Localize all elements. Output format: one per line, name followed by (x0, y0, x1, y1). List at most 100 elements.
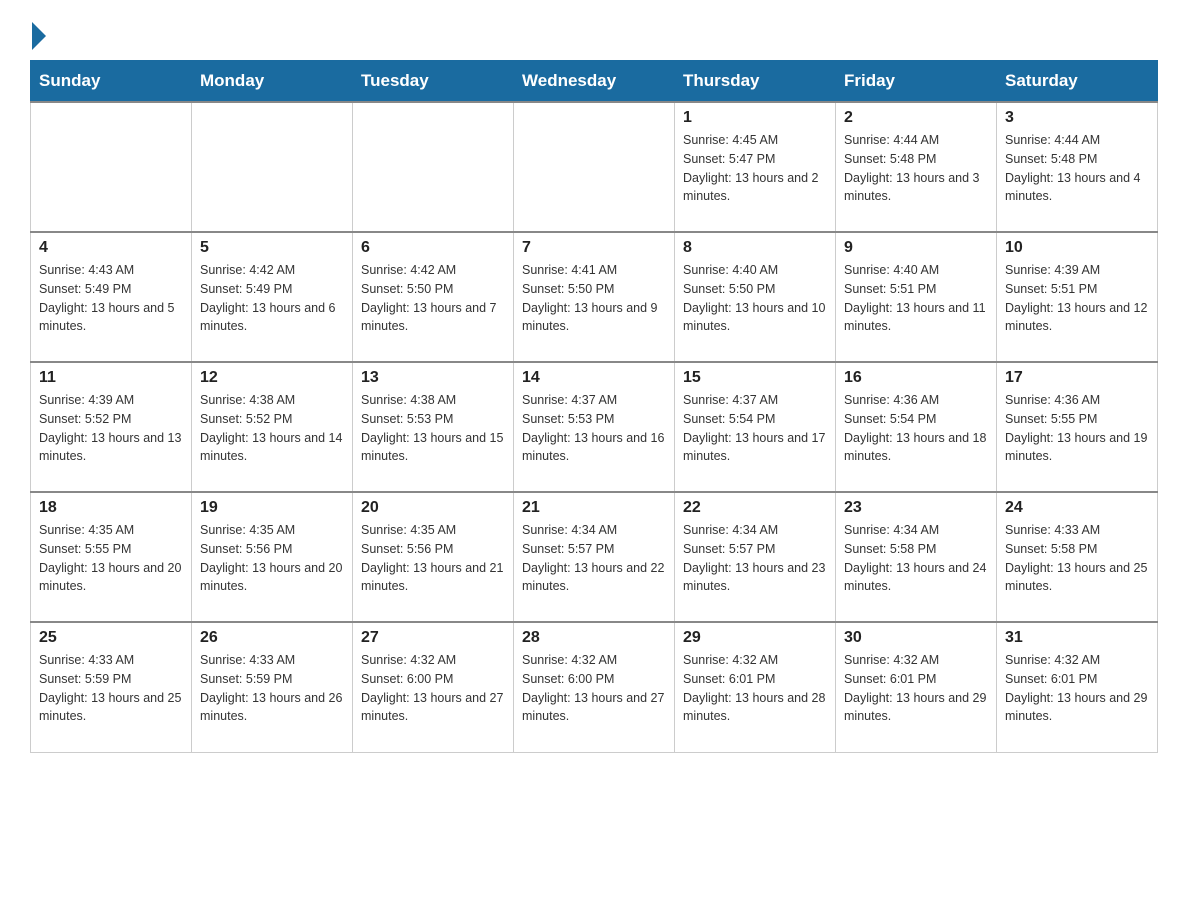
day-number: 19 (200, 499, 344, 517)
day-info: Sunrise: 4:33 AMSunset: 5:59 PMDaylight:… (39, 651, 183, 726)
calendar-cell: 11Sunrise: 4:39 AMSunset: 5:52 PMDayligh… (31, 362, 192, 492)
day-number: 23 (844, 499, 988, 517)
calendar-cell: 30Sunrise: 4:32 AMSunset: 6:01 PMDayligh… (836, 622, 997, 752)
day-info: Sunrise: 4:34 AMSunset: 5:57 PMDaylight:… (683, 521, 827, 596)
day-info: Sunrise: 4:37 AMSunset: 5:54 PMDaylight:… (683, 391, 827, 466)
calendar-cell: 1 Sunrise: 4:45 AMSunset: 5:47 PMDaylight… (675, 102, 836, 232)
calendar-cell: 29 Sunrise: 4:32 AMSunset: 6:01 PMDayligh… (675, 622, 836, 752)
day-info: Sunrise: 4:32 AMSunset: 6:00 PMDaylight:… (361, 651, 505, 726)
day-number: 28 (522, 629, 666, 647)
day-info: Sunrise: 4:37 AMSunset: 5:53 PMDaylight:… (522, 391, 666, 466)
calendar-cell: 20Sunrise: 4:35 AMSunset: 5:56 PMDayligh… (353, 492, 514, 622)
calendar-cell: 6 Sunrise: 4:42 AMSunset: 5:50 PMDaylight… (353, 232, 514, 362)
calendar-week-row: 11Sunrise: 4:39 AMSunset: 5:52 PMDayligh… (31, 362, 1158, 492)
weekday-header-row: SundayMondayTuesdayWednesdayThursdayFrid… (31, 61, 1158, 103)
day-info: Sunrise: 4:34 AMSunset: 5:58 PMDaylight:… (844, 521, 988, 596)
calendar-cell: 23 Sunrise: 4:34 AMSunset: 5:58 PMDayligh… (836, 492, 997, 622)
calendar-cell: 21 Sunrise: 4:34 AMSunset: 5:57 PMDayligh… (514, 492, 675, 622)
day-info: Sunrise: 4:40 AMSunset: 5:51 PMDaylight:… (844, 261, 988, 336)
calendar-week-row: 4 Sunrise: 4:43 AMSunset: 5:49 PMDaylight… (31, 232, 1158, 362)
calendar-cell: 5 Sunrise: 4:42 AMSunset: 5:49 PMDaylight… (192, 232, 353, 362)
calendar-cell: 17 Sunrise: 4:36 AMSunset: 5:55 PMDayligh… (997, 362, 1158, 492)
day-info: Sunrise: 4:32 AMSunset: 6:01 PMDaylight:… (1005, 651, 1149, 726)
calendar-cell: 31 Sunrise: 4:32 AMSunset: 6:01 PMDayligh… (997, 622, 1158, 752)
day-number: 8 (683, 239, 827, 257)
day-info: Sunrise: 4:32 AMSunset: 6:01 PMDaylight:… (683, 651, 827, 726)
day-number: 14 (522, 369, 666, 387)
calendar-cell: 12 Sunrise: 4:38 AMSunset: 5:52 PMDayligh… (192, 362, 353, 492)
day-info: Sunrise: 4:39 AMSunset: 5:52 PMDaylight:… (39, 391, 183, 466)
day-info: Sunrise: 4:42 AMSunset: 5:50 PMDaylight:… (361, 261, 505, 336)
day-info: Sunrise: 4:38 AMSunset: 5:53 PMDaylight:… (361, 391, 505, 466)
calendar-cell (192, 102, 353, 232)
day-number: 12 (200, 369, 344, 387)
calendar-cell: 2Sunrise: 4:44 AMSunset: 5:48 PMDaylight… (836, 102, 997, 232)
weekday-header-saturday: Saturday (997, 61, 1158, 103)
day-info: Sunrise: 4:35 AMSunset: 5:55 PMDaylight:… (39, 521, 183, 596)
day-info: Sunrise: 4:36 AMSunset: 5:55 PMDaylight:… (1005, 391, 1149, 466)
calendar-cell: 10Sunrise: 4:39 AMSunset: 5:51 PMDayligh… (997, 232, 1158, 362)
weekday-header-monday: Monday (192, 61, 353, 103)
day-info: Sunrise: 4:36 AMSunset: 5:54 PMDaylight:… (844, 391, 988, 466)
day-number: 6 (361, 239, 505, 257)
weekday-header-sunday: Sunday (31, 61, 192, 103)
day-info: Sunrise: 4:38 AMSunset: 5:52 PMDaylight:… (200, 391, 344, 466)
day-number: 13 (361, 369, 505, 387)
day-info: Sunrise: 4:34 AMSunset: 5:57 PMDaylight:… (522, 521, 666, 596)
day-number: 27 (361, 629, 505, 647)
day-info: Sunrise: 4:39 AMSunset: 5:51 PMDaylight:… (1005, 261, 1149, 336)
day-number: 4 (39, 239, 183, 257)
calendar-cell (353, 102, 514, 232)
day-info: Sunrise: 4:33 AMSunset: 5:59 PMDaylight:… (200, 651, 344, 726)
day-number: 26 (200, 629, 344, 647)
calendar-cell: 3 Sunrise: 4:44 AMSunset: 5:48 PMDaylight… (997, 102, 1158, 232)
day-number: 15 (683, 369, 827, 387)
day-info: Sunrise: 4:42 AMSunset: 5:49 PMDaylight:… (200, 261, 344, 336)
day-info: Sunrise: 4:32 AMSunset: 6:01 PMDaylight:… (844, 651, 988, 726)
calendar-week-row: 18 Sunrise: 4:35 AMSunset: 5:55 PMDayligh… (31, 492, 1158, 622)
weekday-header-thursday: Thursday (675, 61, 836, 103)
day-info: Sunrise: 4:32 AMSunset: 6:00 PMDaylight:… (522, 651, 666, 726)
day-info: Sunrise: 4:40 AMSunset: 5:50 PMDaylight:… (683, 261, 827, 336)
day-number: 7 (522, 239, 666, 257)
day-number: 9 (844, 239, 988, 257)
calendar-cell: 9 Sunrise: 4:40 AMSunset: 5:51 PMDaylight… (836, 232, 997, 362)
day-number: 25 (39, 629, 183, 647)
day-number: 22 (683, 499, 827, 517)
calendar-cell (31, 102, 192, 232)
logo-arrow-icon (32, 22, 46, 50)
calendar-cell: 16Sunrise: 4:36 AMSunset: 5:54 PMDayligh… (836, 362, 997, 492)
weekday-header-tuesday: Tuesday (353, 61, 514, 103)
day-number: 31 (1005, 629, 1149, 647)
day-info: Sunrise: 4:41 AMSunset: 5:50 PMDaylight:… (522, 261, 666, 336)
calendar-cell: 15 Sunrise: 4:37 AMSunset: 5:54 PMDayligh… (675, 362, 836, 492)
calendar-cell: 14 Sunrise: 4:37 AMSunset: 5:53 PMDayligh… (514, 362, 675, 492)
day-info: Sunrise: 4:33 AMSunset: 5:58 PMDaylight:… (1005, 521, 1149, 596)
day-number: 29 (683, 629, 827, 647)
calendar-cell: 4 Sunrise: 4:43 AMSunset: 5:49 PMDaylight… (31, 232, 192, 362)
calendar-cell: 13 Sunrise: 4:38 AMSunset: 5:53 PMDayligh… (353, 362, 514, 492)
calendar-cell: 28 Sunrise: 4:32 AMSunset: 6:00 PMDayligh… (514, 622, 675, 752)
day-info: Sunrise: 4:44 AMSunset: 5:48 PMDaylight:… (844, 131, 988, 206)
day-number: 5 (200, 239, 344, 257)
day-info: Sunrise: 4:44 AMSunset: 5:48 PMDaylight:… (1005, 131, 1149, 206)
day-number: 1 (683, 109, 827, 127)
day-info: Sunrise: 4:45 AMSunset: 5:47 PMDaylight:… (683, 131, 827, 206)
calendar-cell: 26 Sunrise: 4:33 AMSunset: 5:59 PMDayligh… (192, 622, 353, 752)
page-header (30, 20, 1158, 50)
calendar-cell: 22 Sunrise: 4:34 AMSunset: 5:57 PMDayligh… (675, 492, 836, 622)
calendar-cell: 19 Sunrise: 4:35 AMSunset: 5:56 PMDayligh… (192, 492, 353, 622)
day-number: 24 (1005, 499, 1149, 517)
calendar-cell: 8 Sunrise: 4:40 AMSunset: 5:50 PMDaylight… (675, 232, 836, 362)
day-info: Sunrise: 4:35 AMSunset: 5:56 PMDaylight:… (200, 521, 344, 596)
day-info: Sunrise: 4:43 AMSunset: 5:49 PMDaylight:… (39, 261, 183, 336)
day-number: 20 (361, 499, 505, 517)
calendar-cell: 24 Sunrise: 4:33 AMSunset: 5:58 PMDayligh… (997, 492, 1158, 622)
day-number: 21 (522, 499, 666, 517)
day-number: 3 (1005, 109, 1149, 127)
calendar-cell: 25 Sunrise: 4:33 AMSunset: 5:59 PMDayligh… (31, 622, 192, 752)
calendar-cell: 27 Sunrise: 4:32 AMSunset: 6:00 PMDayligh… (353, 622, 514, 752)
day-number: 18 (39, 499, 183, 517)
calendar-cell (514, 102, 675, 232)
day-number: 17 (1005, 369, 1149, 387)
